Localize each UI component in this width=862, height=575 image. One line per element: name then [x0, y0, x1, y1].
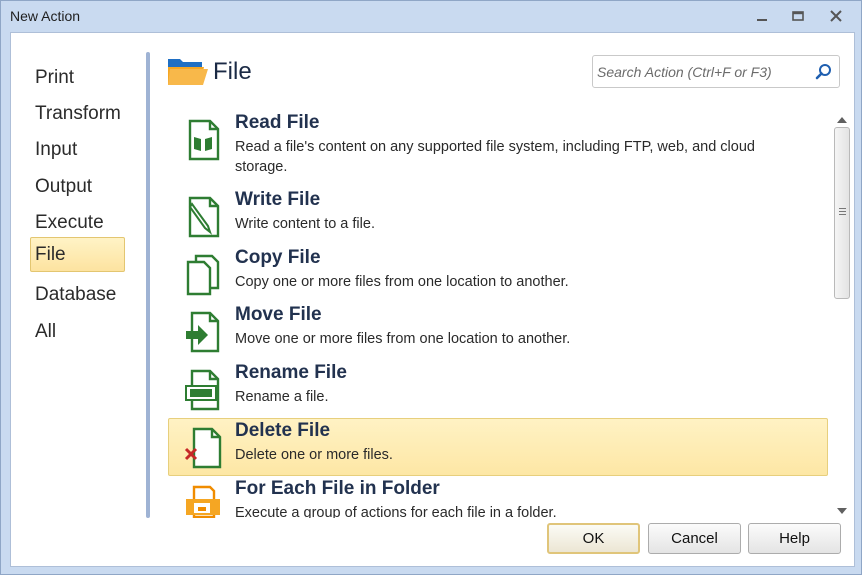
nav-item-database[interactable]: Database: [30, 277, 125, 312]
cancel-button[interactable]: Cancel: [648, 523, 741, 554]
nav-divider: [146, 52, 150, 518]
nav-item-file[interactable]: File: [30, 237, 125, 272]
action-title: Copy File: [235, 247, 321, 268]
action-title: Delete File: [235, 420, 331, 441]
action-write-file[interactable]: Write File Write content to a file.: [168, 187, 828, 245]
action-description: Read a file's content on any supported f…: [235, 139, 755, 175]
nav-item-print[interactable]: Print: [30, 60, 125, 95]
action-description: Copy one or more files from one location…: [235, 274, 569, 290]
search-box[interactable]: [592, 55, 840, 88]
help-button[interactable]: Help: [748, 523, 841, 554]
action-description: Move one or more files from one location…: [235, 331, 571, 347]
close-icon[interactable]: [825, 7, 847, 25]
action-read-file[interactable]: Read File Read a file's content on any s…: [168, 110, 828, 175]
nav-item-output[interactable]: Output: [30, 169, 125, 204]
action-description: Write content to a file.: [235, 216, 375, 232]
nav-item-transform[interactable]: Transform: [30, 96, 125, 131]
dialog-body: Print Transform Input Output Execute Fil…: [10, 32, 855, 567]
maximize-icon[interactable]: [787, 7, 809, 25]
action-title: Read File: [235, 112, 320, 133]
move-file-icon: [184, 311, 224, 353]
action-delete-file[interactable]: Delete File Delete one or more files.: [168, 418, 828, 476]
action-copy-file[interactable]: Copy File Copy one or more files from on…: [168, 245, 828, 303]
action-description: Execute a group of actions for each file…: [235, 505, 557, 518]
grip-icon: [839, 208, 846, 217]
rename-file-icon: [184, 369, 224, 411]
category-title: File: [213, 58, 252, 85]
open-folder-icon: [166, 55, 208, 91]
window-title: New Action: [10, 8, 81, 24]
action-title: Move File: [235, 304, 322, 325]
nav-item-input[interactable]: Input: [30, 132, 125, 167]
action-list: Read File Read a file's content on any s…: [168, 105, 830, 518]
action-rename-file[interactable]: Rename File Rename a file.: [168, 360, 828, 418]
copy-file-icon: [184, 254, 224, 296]
minimize-icon[interactable]: [751, 7, 773, 25]
action-title: Rename File: [235, 362, 347, 383]
action-move-file[interactable]: Move File Move one or more files from on…: [168, 302, 828, 360]
action-description: Delete one or more files.: [235, 447, 393, 463]
category-nav: Print Transform Input Output Execute Fil…: [11, 33, 151, 518]
scroll-thumb[interactable]: [834, 127, 850, 299]
action-title: For Each File in Folder: [235, 478, 440, 499]
action-description: Rename a file.: [235, 389, 329, 405]
nav-item-all[interactable]: All: [30, 314, 125, 349]
scroll-down-arrow-icon[interactable]: [836, 501, 848, 514]
action-title: Write File: [235, 189, 321, 210]
search-icon[interactable]: [815, 63, 833, 85]
scroll-up-arrow-icon[interactable]: [836, 110, 848, 123]
for-each-file-icon: [184, 485, 224, 518]
action-for-each-file[interactable]: For Each File in Folder Execute a group …: [168, 476, 828, 518]
delete-file-icon: [184, 427, 224, 469]
search-input[interactable]: [597, 62, 807, 82]
write-file-icon: [184, 196, 224, 238]
nav-item-execute[interactable]: Execute: [30, 205, 125, 240]
ok-button[interactable]: OK: [547, 523, 640, 554]
action-list-scrollbar[interactable]: [832, 105, 852, 518]
read-file-icon: [184, 119, 224, 161]
title-bar[interactable]: New Action: [1, 1, 861, 32]
new-action-dialog: New Action Print Transform Input Output …: [0, 0, 862, 575]
